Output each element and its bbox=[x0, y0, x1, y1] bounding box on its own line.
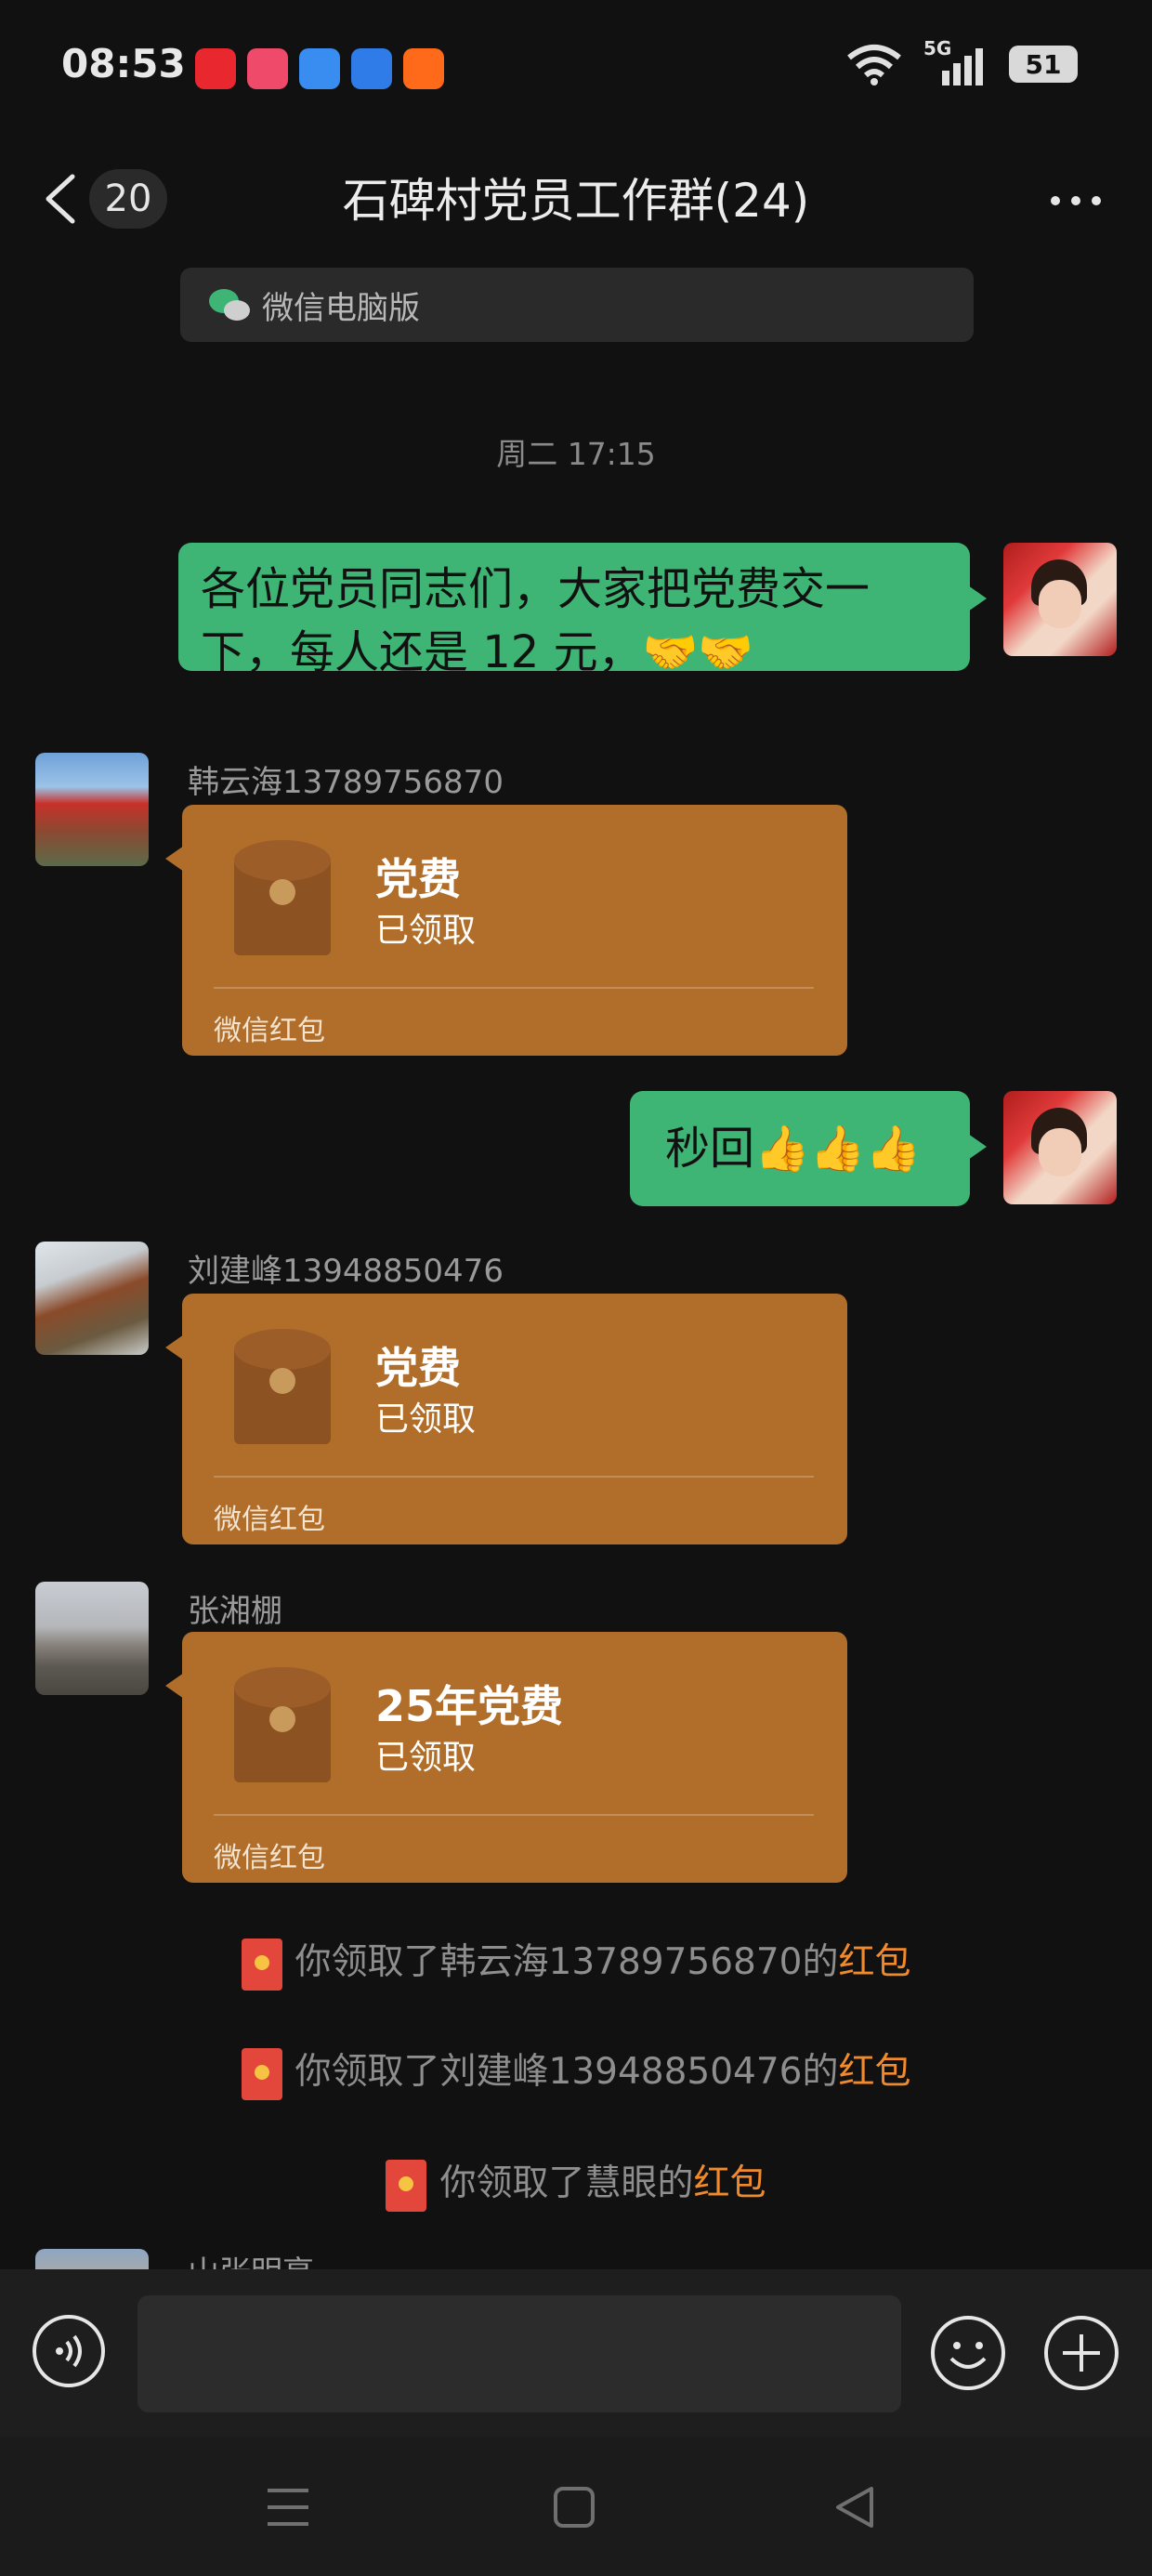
notification-app-icon bbox=[403, 48, 444, 89]
more-options-icon[interactable] bbox=[1048, 182, 1104, 219]
red-packet-icon bbox=[241, 1938, 282, 1991]
message-timestamp: 周二 17:15 bbox=[496, 436, 656, 472]
sender-avatar[interactable] bbox=[35, 753, 149, 866]
red-packet-card[interactable]: 25年党费 已领取 微信红包 bbox=[165, 1632, 847, 1883]
cellular-signal-icon: 5G bbox=[923, 37, 988, 85]
wechat-logo-icon bbox=[209, 289, 250, 321]
red-packet-notice: 你领取了慧眼的红包 bbox=[0, 2154, 1152, 2212]
red-packet-link[interactable]: 红包 bbox=[838, 1941, 910, 1983]
sender-name: 刘建峰13948850476 bbox=[188, 1253, 504, 1290]
red-packet-icon bbox=[241, 2047, 282, 2100]
sender-avatar[interactable] bbox=[35, 1582, 149, 1695]
notice-text: 你领取了刘建峰13948850476的 bbox=[295, 2051, 839, 2093]
network-type: 5G bbox=[923, 37, 952, 59]
notification-app-icon bbox=[247, 48, 288, 89]
message-input[interactable] bbox=[137, 2295, 901, 2412]
my-avatar[interactable] bbox=[1003, 1091, 1117, 1204]
notification-app-icon bbox=[195, 48, 236, 89]
message-text-line: 下，每人还是 12 元，🤝🤝 bbox=[201, 626, 754, 678]
red-packet-notice: 你领取了韩云海13789756870的红包 bbox=[0, 1933, 1152, 1991]
message-text: 秒回👍👍👍 bbox=[665, 1123, 922, 1175]
wechat-pc-banner[interactable]: 微信电脑版 bbox=[180, 268, 974, 342]
red-packet-card[interactable]: 党费 已领取 微信红包 bbox=[165, 1294, 847, 1544]
notification-app-icon bbox=[351, 48, 392, 89]
notification-app-icon bbox=[299, 48, 340, 89]
battery-icon: 51 bbox=[1009, 46, 1078, 83]
status-time: 08:53 bbox=[61, 41, 186, 86]
message-text-line: 各位党员同志们，大家把党费交一 bbox=[201, 563, 871, 615]
message-bubble[interactable]: 各位党员同志们，大家把党费交一 下，每人还是 12 元，🤝🤝 bbox=[178, 543, 987, 678]
red-packet-icon bbox=[234, 840, 331, 955]
red-packet-status: 已领取 bbox=[375, 912, 477, 950]
emoji-icon[interactable] bbox=[929, 2314, 1007, 2392]
more-actions-icon[interactable] bbox=[1042, 2314, 1120, 2392]
menu-nav-icon[interactable] bbox=[260, 2481, 316, 2533]
red-packet-label: 微信红包 bbox=[214, 1015, 325, 1047]
notice-text: 你领取了慧眼的 bbox=[439, 2162, 694, 2204]
red-packet-label: 微信红包 bbox=[214, 1842, 325, 1874]
red-packet-icon bbox=[234, 1329, 331, 1444]
chat-title: 石碑村党员工作群(24) bbox=[342, 174, 810, 228]
sender-avatar[interactable] bbox=[35, 2249, 149, 2269]
red-packet-icon bbox=[386, 2159, 427, 2212]
message-bubble[interactable]: 秒回👍👍👍 bbox=[630, 1091, 987, 1206]
pc-banner-label: 微信电脑版 bbox=[262, 289, 420, 327]
status-indicators: 5G 51 bbox=[845, 37, 1078, 85]
wifi-icon bbox=[847, 45, 901, 85]
sender-name: 韩云海13789756870 bbox=[188, 764, 504, 801]
red-packet-label: 微信红包 bbox=[214, 1504, 325, 1536]
red-packet-link[interactable]: 红包 bbox=[838, 2051, 910, 2093]
red-packet-card[interactable]: 党费 已领取 微信红包 bbox=[165, 805, 847, 1056]
red-packet-title: 党费 bbox=[375, 1343, 461, 1393]
red-packet-icon bbox=[234, 1667, 331, 1782]
red-packet-notice: 你领取了刘建峰13948850476的红包 bbox=[0, 2043, 1152, 2100]
red-packet-status: 已领取 bbox=[375, 1400, 477, 1439]
voice-input-icon[interactable] bbox=[32, 2314, 106, 2388]
sender-avatar[interactable] bbox=[35, 1242, 149, 1355]
red-packet-divider bbox=[214, 987, 814, 989]
red-packet-title: 党费 bbox=[375, 854, 461, 904]
notice-text: 你领取了韩云海13789756870的 bbox=[295, 1941, 839, 1983]
red-packet-link[interactable]: 红包 bbox=[694, 2162, 766, 2204]
sender-name: 张湘棚 bbox=[188, 1593, 282, 1630]
red-packet-status: 已领取 bbox=[375, 1739, 477, 1777]
red-packet-title: 25年党费 bbox=[375, 1681, 564, 1731]
red-packet-divider bbox=[214, 1476, 814, 1478]
home-nav-icon[interactable] bbox=[546, 2481, 602, 2533]
my-avatar[interactable] bbox=[1003, 543, 1117, 656]
red-packet-divider bbox=[214, 1814, 814, 1816]
sender-name: 山张明亮 bbox=[188, 2254, 314, 2269]
back-nav-icon[interactable] bbox=[827, 2481, 883, 2533]
